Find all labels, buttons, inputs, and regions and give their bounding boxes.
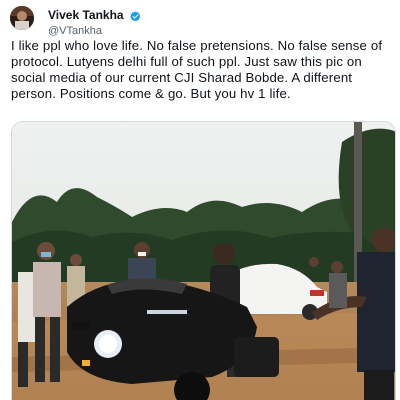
tweet-card[interactable]: Vivek Tankha @VTankha I like ppl who lov… [0, 0, 400, 400]
avatar[interactable] [10, 6, 34, 30]
author-names: Vivek Tankha @VTankha [48, 6, 248, 38]
verified-badge-icon [130, 9, 141, 22]
tweet-text: I like ppl who love life. No false prete… [11, 38, 383, 101]
author-handle[interactable]: @VTankha [48, 25, 248, 38]
tweet-photo[interactable] [11, 121, 396, 400]
photo-scene [12, 122, 395, 400]
author-display-name[interactable]: Vivek Tankha [48, 9, 124, 21]
